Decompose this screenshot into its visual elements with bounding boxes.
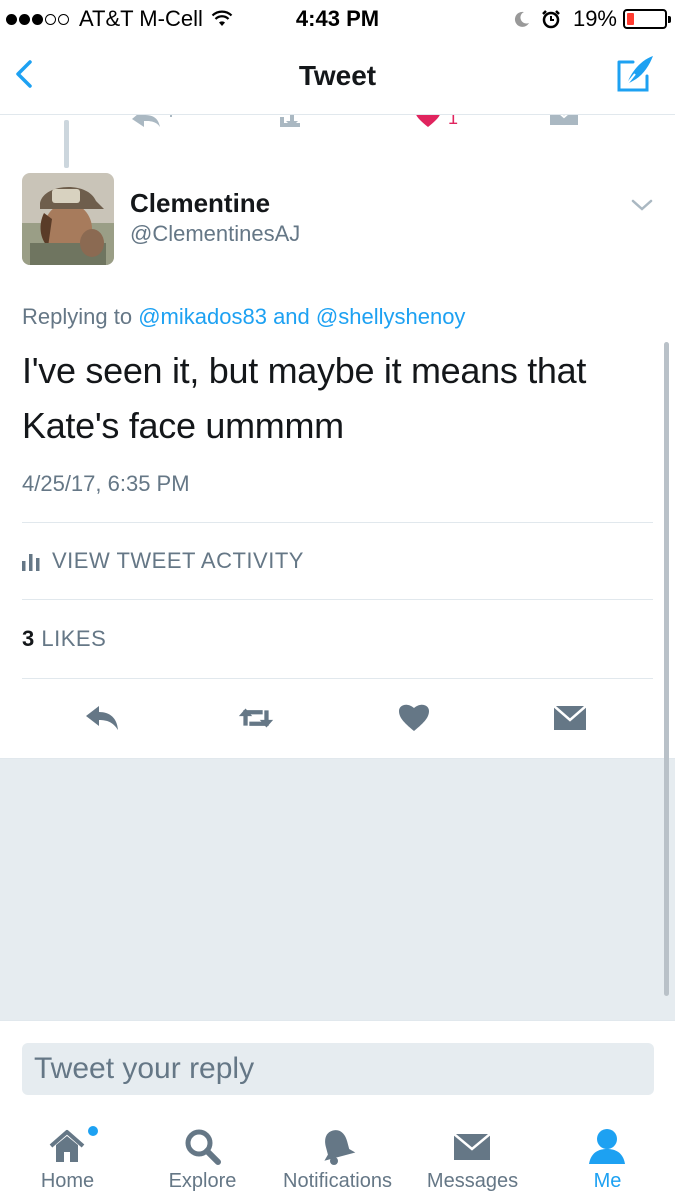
reply-and: and	[273, 304, 310, 329]
envelope-icon	[453, 1133, 491, 1160]
battery-icon	[623, 9, 671, 29]
tweet-options-button[interactable]	[629, 195, 655, 215]
likes-label: LIKES	[41, 626, 107, 651]
view-tweet-activity-button[interactable]: VIEW TWEET ACTIVITY	[22, 548, 304, 574]
status-right: 19%	[513, 6, 671, 32]
bar-chart-icon	[22, 554, 40, 571]
divider	[22, 678, 653, 679]
reply-input[interactable]: Tweet your reply	[22, 1043, 654, 1095]
status-bar: AT&T M-Cell 4:43 PM 19%	[0, 0, 675, 38]
reply-icon	[86, 706, 118, 730]
tab-label: Home	[40, 1170, 95, 1192]
scrollbar[interactable]	[664, 342, 669, 996]
alarm-icon	[542, 10, 560, 29]
nav-bar: Tweet	[0, 38, 675, 115]
avatar[interactable]	[22, 173, 114, 265]
tab-notifications[interactable]: Notifications	[270, 1112, 405, 1200]
tab-label: Notifications	[283, 1170, 392, 1192]
tweet-timestamp: 4/25/17, 6:35 PM	[22, 471, 190, 496]
bell-icon	[324, 1130, 356, 1165]
likes-count-button[interactable]: 3 LIKES	[22, 626, 106, 652]
tab-me[interactable]: Me	[540, 1112, 675, 1200]
empty-replies-area	[0, 758, 675, 1020]
view-tweet-activity-label: VIEW TWEET ACTIVITY	[52, 548, 304, 573]
direct-message-button[interactable]	[550, 700, 590, 736]
page-title: Tweet	[298, 60, 377, 91]
divider	[22, 599, 653, 600]
compose-tweet-button[interactable]	[613, 52, 657, 96]
tab-label: Explore	[168, 1170, 237, 1192]
previous-tweet-actions: 1	[0, 115, 675, 137]
tweet-text: I've seen it, but maybe it means that Ka…	[22, 350, 587, 446]
chevron-down-icon	[631, 199, 653, 211]
display-name[interactable]: Clementine	[130, 188, 270, 219]
reply-button[interactable]	[82, 700, 122, 736]
battery-level	[627, 13, 634, 25]
tab-home[interactable]: Home	[0, 1112, 135, 1200]
tab-label: Messages	[426, 1170, 519, 1192]
replying-to: Replying to @mikados83 and @shellyshenoy	[22, 304, 465, 330]
reply-bar: Tweet your reply	[0, 1020, 675, 1112]
reply-icon[interactable]	[130, 115, 176, 129]
like-button[interactable]	[394, 700, 434, 736]
thread-connector	[64, 120, 69, 168]
tab-label: Me	[593, 1170, 622, 1192]
reply-mention-1[interactable]: @mikados83	[138, 304, 267, 329]
home-icon	[49, 1130, 85, 1162]
heart-icon	[399, 704, 429, 731]
battery-percent: 19%	[572, 6, 617, 31]
tab-bar: Home Explore Notifications Messages Me	[0, 1112, 675, 1200]
reply-mention-2[interactable]: @shellyshenoy	[316, 304, 466, 329]
likes-count: 3	[22, 626, 35, 651]
compose-icon	[617, 56, 653, 92]
tab-messages[interactable]: Messages	[405, 1112, 540, 1200]
avatar-image	[22, 173, 114, 265]
envelope-icon	[553, 705, 587, 730]
search-icon	[185, 1129, 221, 1165]
retweet-button[interactable]	[236, 700, 276, 736]
heart-icon[interactable]	[414, 115, 442, 129]
divider	[22, 522, 653, 523]
replying-prefix: Replying to	[22, 304, 133, 329]
tab-explore[interactable]: Explore	[135, 1112, 270, 1200]
retweet-icon	[238, 708, 274, 728]
notification-dot	[88, 1126, 98, 1136]
envelope-icon[interactable]	[548, 115, 580, 127]
retweet-icon[interactable]	[270, 115, 306, 131]
moon-icon	[514, 11, 529, 27]
person-icon	[589, 1129, 625, 1164]
user-handle[interactable]: @ClementinesAJ	[130, 221, 300, 247]
previous-likes-count: 1	[448, 115, 459, 128]
